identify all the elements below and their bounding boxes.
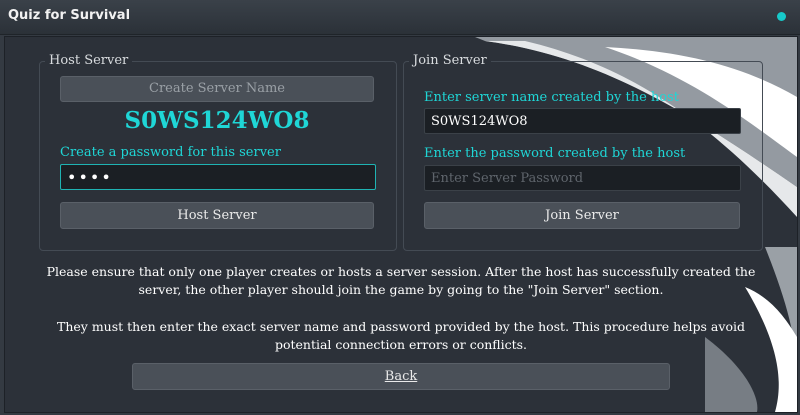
dialog-body: Host Server Create Server Name S0WS124WO… <box>4 36 798 413</box>
host-password-field[interactable] <box>60 164 376 190</box>
join-server-button[interactable]: Join Server <box>424 202 740 229</box>
title-bar[interactable]: Quiz for Survival <box>0 0 800 35</box>
instructions-paragraph-2: They must then enter the exact server na… <box>57 319 745 352</box>
create-server-name-label: Create Server Name <box>149 81 285 96</box>
app-window: Quiz for Survival Host Server Create Ser… <box>0 0 800 415</box>
back-button[interactable]: Back <box>132 363 670 390</box>
host-server-panel-label: Host Server <box>45 53 133 68</box>
host-server-button-label: Host Server <box>177 208 257 223</box>
join-name-prompt: Enter server name created by the host <box>424 90 679 105</box>
back-button-label: Back <box>384 369 418 384</box>
status-dot-icon <box>777 12 786 21</box>
join-server-panel-label: Join Server <box>409 53 491 68</box>
join-password-prompt: Enter the password created by the host <box>424 146 686 161</box>
join-server-button-label: Join Server <box>545 208 619 223</box>
join-server-name-field[interactable] <box>424 108 741 134</box>
create-server-name-button[interactable]: Create Server Name <box>60 76 374 102</box>
host-password-prompt: Create a password for this server <box>60 145 281 160</box>
instructions-paragraph-1: Please ensure that only one player creat… <box>46 264 756 297</box>
join-password-field[interactable] <box>424 165 741 191</box>
generated-server-name: S0WS124WO8 <box>124 107 310 134</box>
window-title: Quiz for Survival <box>8 8 131 23</box>
host-server-button[interactable]: Host Server <box>60 202 374 229</box>
